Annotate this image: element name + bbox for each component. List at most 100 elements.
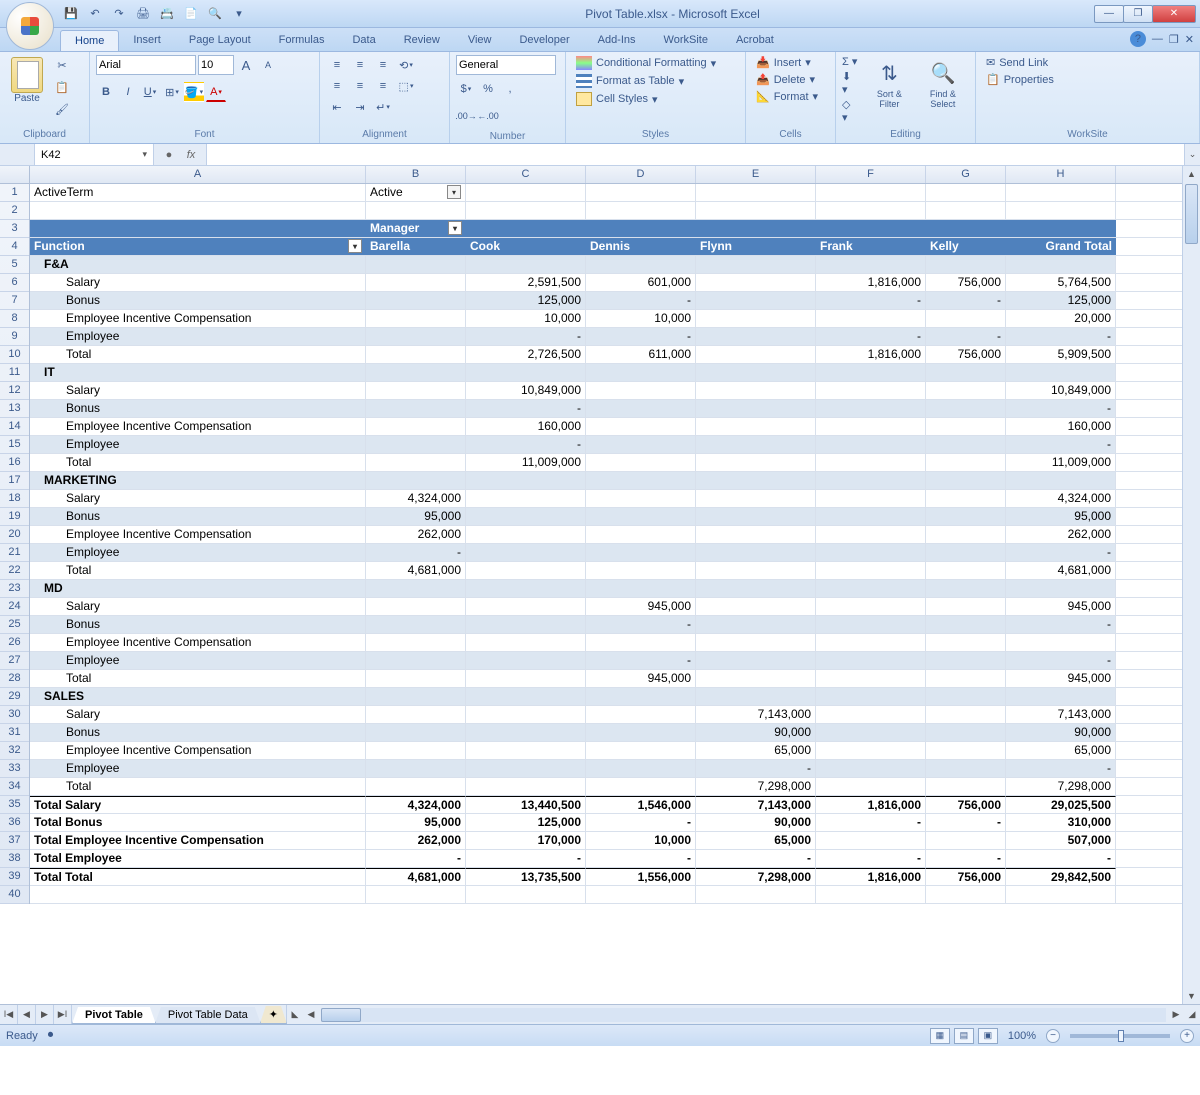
cell[interactable] bbox=[816, 202, 926, 219]
cell[interactable] bbox=[586, 364, 696, 381]
cell[interactable]: 65,000 bbox=[696, 742, 816, 759]
cell[interactable] bbox=[466, 598, 586, 615]
filter-dropdown-icon[interactable]: ▾ bbox=[447, 185, 461, 199]
scroll-down-icon[interactable]: ▼ bbox=[1183, 988, 1200, 1004]
cell[interactable] bbox=[366, 256, 466, 273]
cell[interactable] bbox=[1006, 634, 1116, 651]
cell[interactable] bbox=[926, 616, 1006, 633]
row-header-4[interactable]: 4 bbox=[0, 238, 29, 256]
page-break-view-icon[interactable]: ▣ bbox=[978, 1028, 998, 1044]
send-link-button[interactable]: ✉ Send Link bbox=[982, 55, 1058, 70]
cell[interactable] bbox=[586, 706, 696, 723]
cell[interactable] bbox=[816, 670, 926, 687]
cell[interactable] bbox=[696, 472, 816, 489]
cell[interactable] bbox=[816, 652, 926, 669]
cell[interactable] bbox=[926, 778, 1006, 795]
cell[interactable]: F&A bbox=[30, 256, 366, 273]
cell[interactable] bbox=[366, 382, 466, 399]
cell[interactable] bbox=[696, 382, 816, 399]
cell[interactable] bbox=[586, 724, 696, 741]
cell[interactable] bbox=[466, 652, 586, 669]
cell[interactable] bbox=[586, 220, 696, 237]
cell[interactable] bbox=[466, 742, 586, 759]
cell[interactable] bbox=[366, 418, 466, 435]
col-header-A[interactable]: A bbox=[30, 166, 366, 183]
cell[interactable] bbox=[696, 652, 816, 669]
tab-formulas[interactable]: Formulas bbox=[265, 30, 339, 51]
cell[interactable] bbox=[696, 256, 816, 273]
cell[interactable] bbox=[586, 454, 696, 471]
cell[interactable]: Active▾ bbox=[366, 184, 466, 201]
cell[interactable] bbox=[816, 886, 926, 903]
row-header-20[interactable]: 20 bbox=[0, 526, 29, 544]
cell[interactable] bbox=[816, 436, 926, 453]
cell[interactable]: 4,324,000 bbox=[366, 490, 466, 507]
cell[interactable]: - bbox=[1006, 616, 1116, 633]
cell[interactable] bbox=[926, 400, 1006, 417]
cell[interactable]: 1,816,000 bbox=[816, 868, 926, 885]
cell[interactable] bbox=[466, 526, 586, 543]
fx-icon[interactable]: fx bbox=[182, 149, 200, 161]
cell[interactable]: MD bbox=[30, 580, 366, 597]
tab-nav-first-icon[interactable]: I◀ bbox=[0, 1005, 18, 1024]
cell[interactable]: - bbox=[816, 292, 926, 309]
cell[interactable]: - bbox=[926, 850, 1006, 867]
insert-cells-button[interactable]: 📥 Insert ▾ bbox=[752, 55, 822, 70]
cell[interactable]: Flynn bbox=[696, 238, 816, 255]
cell[interactable]: - bbox=[926, 292, 1006, 309]
cell[interactable] bbox=[366, 760, 466, 777]
redo-icon[interactable]: ↷ bbox=[108, 4, 130, 24]
cell[interactable] bbox=[586, 886, 696, 903]
cell[interactable] bbox=[586, 508, 696, 525]
cell[interactable] bbox=[366, 706, 466, 723]
format-cells-button[interactable]: 📐 Format ▾ bbox=[752, 89, 822, 104]
font-color-button[interactable]: A bbox=[206, 82, 226, 102]
cell[interactable] bbox=[366, 328, 466, 345]
cell[interactable] bbox=[466, 778, 586, 795]
cell[interactable] bbox=[696, 598, 816, 615]
cell[interactable] bbox=[816, 526, 926, 543]
cell[interactable] bbox=[30, 886, 366, 903]
spreadsheet-grid[interactable]: ABCDEFGH 1234567891011121314151617181920… bbox=[0, 166, 1182, 1004]
cell[interactable]: 11,009,000 bbox=[1006, 454, 1116, 471]
increase-decimal-icon[interactable]: .00→ bbox=[456, 106, 476, 126]
cell[interactable] bbox=[366, 472, 466, 489]
cell[interactable]: - bbox=[816, 328, 926, 345]
cell[interactable] bbox=[696, 328, 816, 345]
cell[interactable]: 945,000 bbox=[586, 598, 696, 615]
cell[interactable]: 10,000 bbox=[586, 832, 696, 849]
row-header-7[interactable]: 7 bbox=[0, 292, 29, 310]
tab-developer[interactable]: Developer bbox=[505, 30, 583, 51]
tab-home[interactable]: Home bbox=[60, 30, 119, 51]
tab-nav-prev-icon[interactable]: ◀ bbox=[18, 1005, 36, 1024]
cell[interactable] bbox=[366, 400, 466, 417]
row-header-8[interactable]: 8 bbox=[0, 310, 29, 328]
conditional-formatting-button[interactable]: Conditional Formatting ▾ bbox=[572, 55, 720, 71]
wrap-text-icon[interactable]: ↵ bbox=[372, 97, 394, 117]
scroll-left-icon[interactable]: ◀ bbox=[303, 1009, 319, 1020]
cell[interactable]: 125,000 bbox=[1006, 292, 1116, 309]
cell[interactable] bbox=[466, 490, 586, 507]
cell[interactable]: 5,764,500 bbox=[1006, 274, 1116, 291]
cell[interactable] bbox=[1006, 184, 1116, 201]
row-header-9[interactable]: 9 bbox=[0, 328, 29, 346]
cell[interactable] bbox=[816, 184, 926, 201]
cell[interactable] bbox=[926, 742, 1006, 759]
row-header-35[interactable]: 35 bbox=[0, 796, 29, 814]
cell[interactable] bbox=[586, 580, 696, 597]
cell[interactable]: 10,000 bbox=[466, 310, 586, 327]
cell[interactable]: - bbox=[586, 328, 696, 345]
cell[interactable] bbox=[816, 832, 926, 849]
cell[interactable]: Bonus bbox=[30, 724, 366, 741]
tab-insert[interactable]: Insert bbox=[119, 30, 175, 51]
select-all-corner[interactable] bbox=[0, 166, 30, 183]
cell[interactable] bbox=[1006, 580, 1116, 597]
cell[interactable]: Bonus bbox=[30, 292, 366, 309]
expand-formula-bar-icon[interactable]: ⌄ bbox=[1184, 144, 1200, 165]
cell[interactable] bbox=[366, 616, 466, 633]
row-header-16[interactable]: 16 bbox=[0, 454, 29, 472]
qat-icon-2[interactable]: 📇 bbox=[156, 4, 178, 24]
cell[interactable] bbox=[366, 202, 466, 219]
cell[interactable] bbox=[816, 490, 926, 507]
tab-nav-last-icon[interactable]: ▶I bbox=[54, 1005, 72, 1024]
